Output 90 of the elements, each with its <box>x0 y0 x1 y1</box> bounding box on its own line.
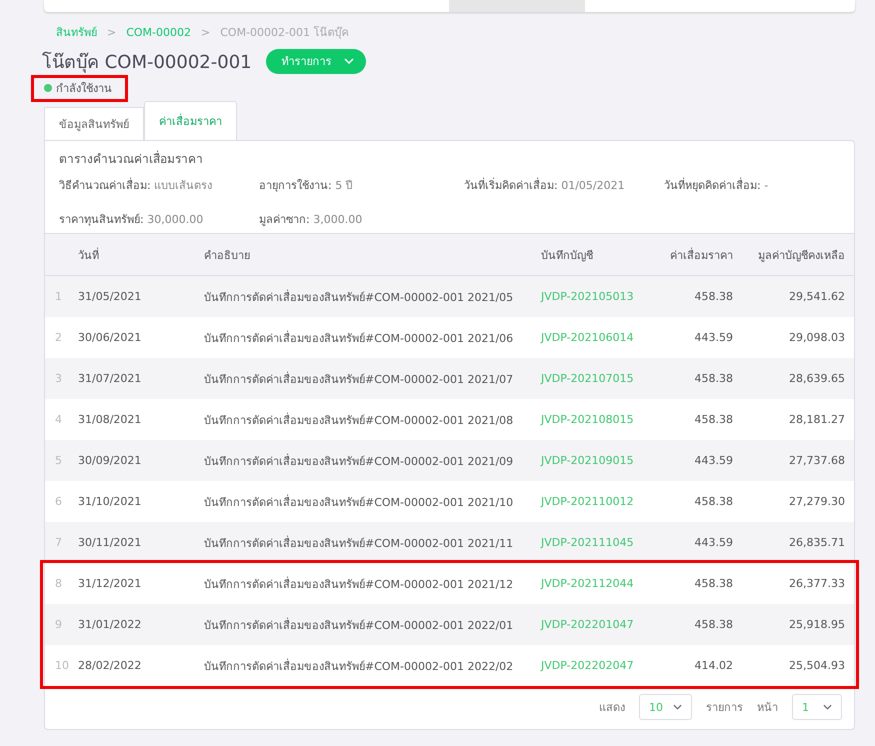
action-dropdown-button[interactable]: ทำรายการ <box>266 48 366 74</box>
table-cell-text: 31/01/2022 <box>78 618 142 631</box>
table-cell-text: 458.38 <box>694 290 733 303</box>
table-cell-text: บันทึกการตัดค่าเสื่อมของสินทรัพย์#COM-00002-001 2021/05 <box>204 288 514 306</box>
status-label: กำลังใช้งาน <box>56 81 112 97</box>
table-cell-text: 31/10/2021 <box>78 495 142 508</box>
column-header: วันที่ <box>78 246 100 264</box>
table-cell-text: 443.59 <box>694 454 733 467</box>
chevron-down-icon <box>673 704 682 710</box>
info-field: วิธีคำนวณค่าเสื่อม: แบบเส้นตรง <box>59 176 259 194</box>
breadcrumb-item[interactable]: COM-00002 <box>126 26 192 38</box>
table-cell-text: 30/09/2021 <box>78 454 142 467</box>
row-number: 2 <box>54 331 63 344</box>
table-cell-text: 28/02/2022 <box>78 659 142 672</box>
row-number: 1 <box>54 290 63 303</box>
table-cell-text: บันทึกการตัดค่าเสื่อมของสินทรัพย์#COM-00002-001 2022/01 <box>204 616 514 634</box>
table-cell-text: 28,181.27 <box>788 413 845 426</box>
row-number: 3 <box>54 372 63 385</box>
info-field: ราคาทุนสินทรัพย์: 30,000.00 <box>59 210 259 228</box>
row-number: 6 <box>54 495 63 508</box>
column-header: คำอธิบาย <box>204 248 251 264</box>
row-number: 9 <box>54 618 63 631</box>
journal-link[interactable]: JVDP-202112044 <box>541 577 641 590</box>
table-cell-text: 458.38 <box>694 372 733 385</box>
table-cell-text: 26,377.33 <box>788 577 845 590</box>
section-title: ตารางคำนวณค่าเสื่อมราคา <box>59 150 204 168</box>
table-cell-text: 443.59 <box>694 331 733 344</box>
table-cell-text: 29,541.62 <box>788 290 845 303</box>
table-cell-text: บันทึกการตัดค่าเสื่อมของสินทรัพย์#COM-00002-001 2021/08 <box>204 412 514 428</box>
table-cell-text: 27,737.68 <box>788 454 845 467</box>
table-cell-text: บันทึกการตัดค่าเสื่อมของสินทรัพย์#COM-00002-001 2021/07 <box>204 370 514 388</box>
table-cell-text: บันทึกการตัดค่าเสื่อมของสินทรัพย์#COM-00002-001 2021/06 <box>204 330 514 346</box>
breadcrumb-separator: > <box>107 26 116 38</box>
items-label: รายการ <box>706 700 743 716</box>
page-select[interactable]: 1 <box>792 694 842 720</box>
table-cell-text: 31/08/2021 <box>78 413 142 426</box>
table-cell-text: 25,504.93 <box>788 659 845 672</box>
journal-link[interactable]: JVDP-202110012 <box>541 495 641 508</box>
breadcrumb-item[interactable]: สินทรัพย์ <box>56 23 97 41</box>
info-field: วันที่เริ่มคิดค่าเสื่อม: 01/05/2021 <box>464 176 664 194</box>
table-cell-text: 458.38 <box>694 495 733 508</box>
table-cell-text: บันทึกการตัดค่าเสื่อมของสินทรัพย์#COM-00002-001 2021/11 <box>204 534 514 552</box>
info-field: มูลค่าซาก: 3,000.00 <box>259 210 464 228</box>
table-cell-text: 458.38 <box>694 577 733 590</box>
journal-link[interactable]: JVDP-202109015 <box>541 454 641 467</box>
column-header: บันทึกบัญชี <box>541 248 594 264</box>
journal-link[interactable]: JVDP-202202047 <box>541 659 641 672</box>
info-field: วันที่หยุดคิดค่าเสื่อม: - <box>664 176 840 194</box>
journal-link[interactable]: JVDP-202106014 <box>541 331 641 344</box>
info-field: อายุการใช้งาน: 5 ปี <box>259 176 464 194</box>
table-cell-text: 30/11/2021 <box>78 536 142 549</box>
tab[interactable]: ค่าเสื่อมราคา <box>144 101 237 140</box>
table-cell-text: บันทึกการตัดค่าเสื่อมของสินทรัพย์#COM-00002-001 2021/09 <box>204 452 514 470</box>
row-number: 4 <box>54 413 63 426</box>
table-cell-text: บันทึกการตัดค่าเสื่อมของสินทรัพย์#COM-00002-001 2021/10 <box>204 494 514 510</box>
table-cell-text: 26,835.71 <box>788 536 845 549</box>
table-cell-text: บันทึกการตัดค่าเสื่อมของสินทรัพย์#COM-00002-001 2021/12 <box>204 576 514 592</box>
table-cell-text: 31/12/2021 <box>78 577 142 590</box>
breadcrumb-item: COM-00002-001 โน๊ตบุ๊ค <box>220 25 348 41</box>
journal-link[interactable]: JVDP-202108015 <box>541 413 641 426</box>
row-number: 7 <box>54 536 63 549</box>
table-cell-text: 27,279.30 <box>788 495 845 508</box>
column-header: มูลค่าบัญชีคงเหลือ <box>757 248 845 264</box>
table-cell-text: 30/06/2021 <box>78 331 142 344</box>
table-cell-text: 31/05/2021 <box>78 290 142 303</box>
table-cell-text: 31/07/2021 <box>78 372 142 385</box>
table-cell-text: 458.38 <box>694 618 733 631</box>
page-label: หน้า <box>757 700 778 716</box>
journal-link[interactable]: JVDP-202107015 <box>541 372 641 385</box>
column-header: ค่าเสื่อมราคา <box>669 246 733 264</box>
table-cell-text: 29,098.03 <box>788 331 845 344</box>
table-cell-text: 414.02 <box>694 659 733 672</box>
row-number: 10 <box>54 659 70 672</box>
journal-link[interactable]: JVDP-202105013 <box>541 290 641 303</box>
row-number: 8 <box>54 577 63 590</box>
table-cell-text: บันทึกการตัดค่าเสื่อมของสินทรัพย์#COM-00002-001 2022/02 <box>204 658 514 674</box>
page-size-select[interactable]: 10 <box>639 694 692 720</box>
show-label: แสดง <box>599 700 625 716</box>
row-number: 5 <box>54 454 63 467</box>
journal-link[interactable]: JVDP-202111045 <box>541 536 641 549</box>
tab[interactable]: ข้อมูลสินทรัพย์ <box>44 107 144 140</box>
table-cell-text: 28,639.65 <box>788 372 845 385</box>
page-title: โน๊ตบุ๊ค COM-00002-001 <box>42 50 252 75</box>
breadcrumb-separator: > <box>201 26 210 38</box>
chevron-down-icon <box>823 704 832 710</box>
table-cell-text: 443.59 <box>694 536 733 549</box>
table-cell-text: 458.38 <box>694 413 733 426</box>
table-cell-text: 25,918.95 <box>788 618 845 631</box>
chevron-down-icon <box>344 58 354 64</box>
journal-link[interactable]: JVDP-202201047 <box>541 618 641 631</box>
